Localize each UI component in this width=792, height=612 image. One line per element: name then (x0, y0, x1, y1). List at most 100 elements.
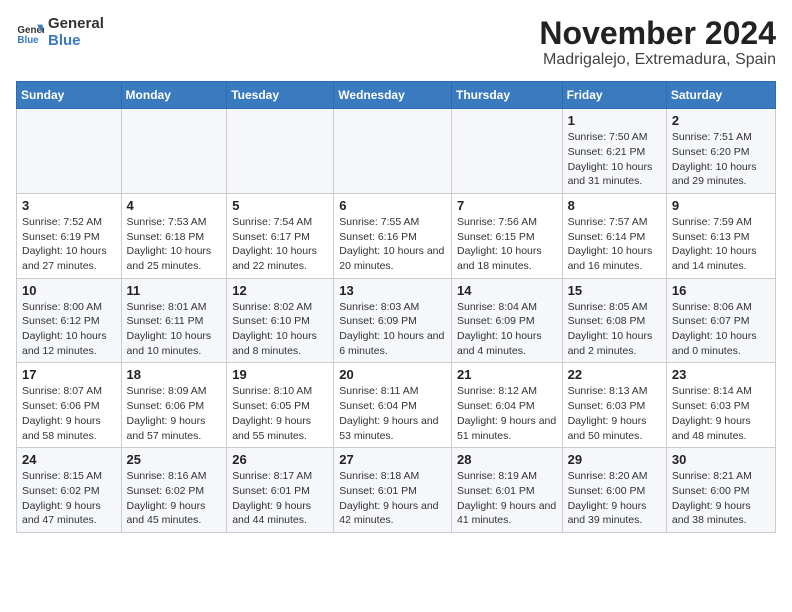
day-info: Sunrise: 8:21 AM Sunset: 6:00 PM Dayligh… (672, 469, 770, 528)
calendar-cell: 9 Sunrise: 7:59 AM Sunset: 6:13 PM Daylig… (666, 193, 775, 278)
main-title: November 2024 (539, 16, 776, 51)
day-info: Sunrise: 8:03 AM Sunset: 6:09 PM Dayligh… (339, 300, 446, 359)
calendar-cell: 20Sunrise: 8:11 AM Sunset: 6:04 PM Dayli… (334, 363, 452, 448)
calendar-cell (451, 109, 562, 194)
logo-general: General (48, 15, 104, 32)
day-number: 28 (457, 452, 557, 467)
day-info: Sunrise: 8:07 AM Sunset: 6:06 PM Dayligh… (22, 384, 116, 443)
day-number: 10 (22, 283, 116, 298)
logo: General Blue General Blue (16, 16, 104, 49)
day-number: 6 (339, 198, 446, 213)
day-number: 29 (568, 452, 661, 467)
header-tuesday: Tuesday (227, 82, 334, 109)
day-number: 12 (232, 283, 328, 298)
header-sunday: Sunday (17, 82, 122, 109)
header-thursday: Thursday (451, 82, 562, 109)
calendar-cell: 14 Sunrise: 8:04 AM Sunset: 6:09 PM Dayli… (451, 278, 562, 363)
calendar-cell: 1Sunrise: 7:50 AM Sunset: 6:21 PM Daylig… (562, 109, 666, 194)
day-number: 25 (127, 452, 222, 467)
calendar-cell: 22 Sunrise: 8:13 AM Sunset: 6:03 PM Dayli… (562, 363, 666, 448)
header-saturday: Saturday (666, 82, 775, 109)
calendar-week-row: 17 Sunrise: 8:07 AM Sunset: 6:06 PM Dayli… (17, 363, 776, 448)
day-number: 24 (22, 452, 116, 467)
calendar-cell: 15 Sunrise: 8:05 AM Sunset: 6:08 PM Dayli… (562, 278, 666, 363)
day-info: Sunrise: 8:01 AM Sunset: 6:11 PM Dayligh… (127, 300, 222, 359)
day-info: Sunrise: 8:14 AM Sunset: 6:03 PM Dayligh… (672, 384, 770, 443)
day-number: 11 (127, 283, 222, 298)
day-info: Sunrise: 8:13 AM Sunset: 6:03 PM Dayligh… (568, 384, 661, 443)
calendar-cell: 25 Sunrise: 8:16 AM Sunset: 6:02 PM Dayli… (121, 448, 227, 533)
calendar-week-row: 24 Sunrise: 8:15 AM Sunset: 6:02 PM Dayli… (17, 448, 776, 533)
day-info: Sunrise: 7:50 AM Sunset: 6:21 PM Dayligh… (568, 130, 661, 189)
day-info: Sunrise: 8:09 AM Sunset: 6:06 PM Dayligh… (127, 384, 222, 443)
svg-text:Blue: Blue (17, 34, 39, 45)
calendar-cell: 5Sunrise: 7:54 AM Sunset: 6:17 PM Daylig… (227, 193, 334, 278)
calendar-cell: 7 Sunrise: 7:56 AM Sunset: 6:15 PM Daylig… (451, 193, 562, 278)
calendar-cell: 10 Sunrise: 8:00 AM Sunset: 6:12 PM Dayli… (17, 278, 122, 363)
header-monday: Monday (121, 82, 227, 109)
day-number: 7 (457, 198, 557, 213)
calendar-cell: 3 Sunrise: 7:52 AM Sunset: 6:19 PM Daylig… (17, 193, 122, 278)
subtitle: Madrigalejo, Extremadura, Spain (539, 51, 776, 69)
calendar-cell: 6 Sunrise: 7:55 AM Sunset: 6:16 PM Daylig… (334, 193, 452, 278)
calendar-week-row: 3 Sunrise: 7:52 AM Sunset: 6:19 PM Daylig… (17, 193, 776, 278)
day-number: 26 (232, 452, 328, 467)
calendar-cell (334, 109, 452, 194)
day-number: 21 (457, 367, 557, 382)
day-number: 23 (672, 367, 770, 382)
calendar-cell: 28Sunrise: 8:19 AM Sunset: 6:01 PM Dayli… (451, 448, 562, 533)
title-section: November 2024 Madrigalejo, Extremadura, … (539, 16, 776, 69)
calendar-cell: 27Sunrise: 8:18 AM Sunset: 6:01 PM Dayli… (334, 448, 452, 533)
logo-icon: General Blue (16, 19, 44, 47)
day-info: Sunrise: 7:52 AM Sunset: 6:19 PM Dayligh… (22, 215, 116, 274)
header-friday: Friday (562, 82, 666, 109)
day-info: Sunrise: 8:10 AM Sunset: 6:05 PM Dayligh… (232, 384, 328, 443)
day-number: 15 (568, 283, 661, 298)
day-number: 13 (339, 283, 446, 298)
header: General Blue General Blue November 2024 … (16, 16, 776, 69)
calendar-week-row: 1Sunrise: 7:50 AM Sunset: 6:21 PM Daylig… (17, 109, 776, 194)
day-info: Sunrise: 7:57 AM Sunset: 6:14 PM Dayligh… (568, 215, 661, 274)
calendar-cell: 11 Sunrise: 8:01 AM Sunset: 6:11 PM Dayli… (121, 278, 227, 363)
day-info: Sunrise: 8:00 AM Sunset: 6:12 PM Dayligh… (22, 300, 116, 359)
calendar-cell: 23 Sunrise: 8:14 AM Sunset: 6:03 PM Dayli… (666, 363, 775, 448)
day-number: 14 (457, 283, 557, 298)
calendar-cell: 24 Sunrise: 8:15 AM Sunset: 6:02 PM Dayli… (17, 448, 122, 533)
calendar-cell: 19 Sunrise: 8:10 AM Sunset: 6:05 PM Dayli… (227, 363, 334, 448)
day-info: Sunrise: 8:15 AM Sunset: 6:02 PM Dayligh… (22, 469, 116, 528)
day-info: Sunrise: 7:59 AM Sunset: 6:13 PM Dayligh… (672, 215, 770, 274)
day-info: Sunrise: 8:11 AM Sunset: 6:04 PM Dayligh… (339, 384, 446, 443)
day-info: Sunrise: 8:16 AM Sunset: 6:02 PM Dayligh… (127, 469, 222, 528)
calendar-cell (17, 109, 122, 194)
day-number: 16 (672, 283, 770, 298)
day-number: 22 (568, 367, 661, 382)
calendar-week-row: 10 Sunrise: 8:00 AM Sunset: 6:12 PM Dayli… (17, 278, 776, 363)
day-info: Sunrise: 7:53 AM Sunset: 6:18 PM Dayligh… (127, 215, 222, 274)
calendar-cell: 21 Sunrise: 8:12 AM Sunset: 6:04 PM Dayli… (451, 363, 562, 448)
calendar-cell: 18Sunrise: 8:09 AM Sunset: 6:06 PM Dayli… (121, 363, 227, 448)
day-number: 17 (22, 367, 116, 382)
calendar-cell: 30Sunrise: 8:21 AM Sunset: 6:00 PM Dayli… (666, 448, 775, 533)
calendar-cell: 12Sunrise: 8:02 AM Sunset: 6:10 PM Dayli… (227, 278, 334, 363)
day-info: Sunrise: 7:56 AM Sunset: 6:15 PM Dayligh… (457, 215, 557, 274)
day-number: 3 (22, 198, 116, 213)
day-info: Sunrise: 7:55 AM Sunset: 6:16 PM Dayligh… (339, 215, 446, 274)
day-number: 9 (672, 198, 770, 213)
day-info: Sunrise: 8:12 AM Sunset: 6:04 PM Dayligh… (457, 384, 557, 443)
logo-blue: Blue (48, 32, 81, 49)
day-number: 4 (127, 198, 222, 213)
day-number: 8 (568, 198, 661, 213)
calendar-cell: 13 Sunrise: 8:03 AM Sunset: 6:09 PM Dayli… (334, 278, 452, 363)
calendar-cell: 17 Sunrise: 8:07 AM Sunset: 6:06 PM Dayli… (17, 363, 122, 448)
calendar-cell: 8 Sunrise: 7:57 AM Sunset: 6:14 PM Daylig… (562, 193, 666, 278)
day-info: Sunrise: 8:04 AM Sunset: 6:09 PM Dayligh… (457, 300, 557, 359)
day-info: Sunrise: 8:05 AM Sunset: 6:08 PM Dayligh… (568, 300, 661, 359)
day-number: 19 (232, 367, 328, 382)
day-info: Sunrise: 7:51 AM Sunset: 6:20 PM Dayligh… (672, 130, 770, 189)
day-number: 2 (672, 113, 770, 128)
day-info: Sunrise: 7:54 AM Sunset: 6:17 PM Dayligh… (232, 215, 328, 274)
day-info: Sunrise: 8:20 AM Sunset: 6:00 PM Dayligh… (568, 469, 661, 528)
calendar-cell: 29 Sunrise: 8:20 AM Sunset: 6:00 PM Dayli… (562, 448, 666, 533)
calendar-cell (121, 109, 227, 194)
calendar-cell: 16Sunrise: 8:06 AM Sunset: 6:07 PM Dayli… (666, 278, 775, 363)
